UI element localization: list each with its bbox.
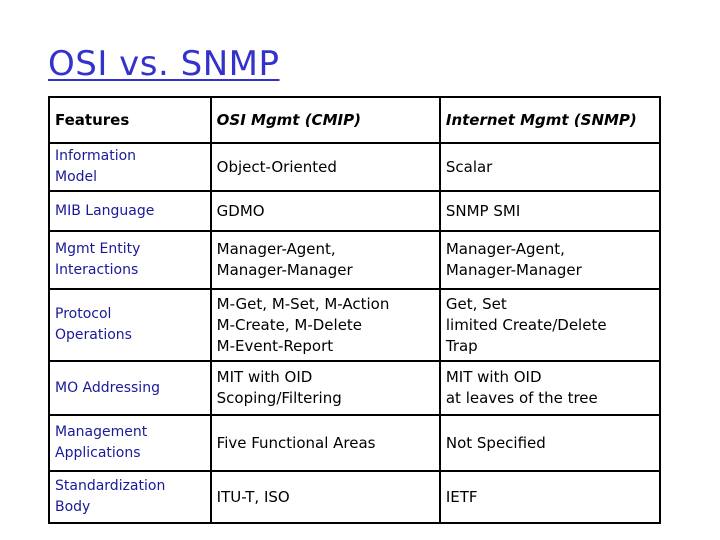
osi-cell-line: M-Event-Report (216, 336, 334, 355)
feature-cell-line: MO Addressing (55, 379, 160, 396)
slide-title: OSI vs. SNMP (48, 44, 280, 84)
snmp-cell: SNMP SMI (438, 190, 662, 232)
feature-cell-line: Protocol (55, 306, 112, 322)
snmp-cell: IETF (438, 470, 662, 524)
feature-cell: Mgmt Entity Interactions (48, 230, 212, 290)
snmp-cell-line: Manager-Agent, (445, 240, 565, 258)
osi-cell-line: GDMO (216, 201, 265, 220)
snmp-cell-line: Not Specified (445, 433, 546, 452)
feature-cell-line: Mgmt Entity (55, 241, 141, 257)
feature-cell-line: MIB Language (55, 202, 155, 219)
snmp-cell-line: IETF (445, 487, 478, 506)
osi-cell: Manager-Agent, Manager-Manager (209, 230, 441, 290)
osi-cell-line: Five Functional Areas (216, 433, 376, 452)
feature-cell: MIB Language (48, 190, 212, 232)
osi-cell-line: M-Create, M-Delete (216, 315, 363, 334)
feature-cell: Information Model (48, 142, 212, 192)
header-row: Features OSI Mgmt (CMIP) Internet Mgmt (… (48, 96, 662, 144)
snmp-cell-line: MIT with OID (445, 368, 542, 386)
snmp-cell: Get, Set limited Create/Delete Trap (438, 288, 662, 362)
osi-cell-line: Manager-Agent, (216, 240, 336, 258)
feature-cell-line: Standardization (55, 478, 166, 494)
feature-cell-line: Body (55, 499, 91, 515)
snmp-cell: MIT with OID at leaves of the tree (438, 360, 662, 416)
osi-cell: MIT with OID Scoping/Filtering (209, 360, 441, 416)
feature-cell-line: Management (55, 424, 148, 440)
feature-cell-line: Operations (55, 327, 132, 343)
header-snmp: Internet Mgmt (SNMP) (438, 96, 662, 144)
table-row: Information Model Object-Oriented Scalar (48, 142, 662, 192)
feature-cell: MO Addressing (48, 360, 212, 416)
feature-cell: Standardization Body (48, 470, 212, 524)
table-row: Mgmt Entity Interactions Manager-Agent, Man… (48, 230, 662, 290)
osi-cell: M-Get, M-Set, M-Action M-Create, M-Delete… (209, 288, 441, 362)
osi-cell-line: Manager-Manager (216, 261, 353, 279)
osi-cell: ITU-T, ISO (209, 470, 441, 524)
table-row: MIB Language GDMO SNMP SMI (48, 190, 662, 232)
snmp-cell: Not Specified (438, 414, 662, 472)
osi-cell-line: M-Get, M-Set, M-Action (216, 294, 390, 313)
table-row: Protocol Operations M-Get, M-Set, M-Action… (48, 288, 662, 362)
osi-cell: Object-Oriented (209, 142, 441, 192)
snmp-cell-line: SNMP SMI (445, 201, 521, 220)
osi-cell-line: MIT with OID (216, 368, 313, 386)
feature-cell-line: Applications (55, 445, 141, 461)
feature-cell: Management Applications (48, 414, 212, 472)
snmp-cell-line: Scalar (445, 157, 493, 176)
table-row: MO Addressing MIT with OID Scoping/Filteri… (48, 360, 662, 416)
snmp-cell-line: at leaves of the tree (445, 389, 598, 407)
snmp-cell-line: limited Create/Delete (445, 315, 607, 334)
osi-cell: Five Functional Areas (209, 414, 441, 472)
snmp-cell-line: Manager-Manager (445, 261, 582, 279)
osi-cell: GDMO (209, 190, 441, 232)
feature-cell-line: Interactions (55, 262, 139, 278)
osi-cell-line: ITU-T, ISO (216, 487, 290, 506)
feature-cell-line: Information (55, 148, 137, 164)
table-row: Management Applications Five Functional Ar… (48, 414, 662, 472)
feature-cell-line: Model (55, 169, 98, 185)
snmp-cell-line: Trap (445, 336, 478, 355)
osi-cell-line: Scoping/Filtering (216, 389, 342, 407)
header-osi: OSI Mgmt (CMIP) (209, 96, 441, 144)
table-row: Standardization Body ITU-T, ISO IETF (48, 470, 662, 524)
snmp-cell-line: Get, Set (445, 294, 507, 313)
osi-cell-line: Object-Oriented (216, 157, 337, 176)
feature-cell: Protocol Operations (48, 288, 212, 362)
snmp-cell: Manager-Agent, Manager-Manager (438, 230, 662, 290)
header-features: Features (48, 96, 212, 144)
snmp-cell: Scalar (438, 142, 662, 192)
comparison-table: Features OSI Mgmt (CMIP) Internet Mgmt (… (48, 96, 662, 524)
